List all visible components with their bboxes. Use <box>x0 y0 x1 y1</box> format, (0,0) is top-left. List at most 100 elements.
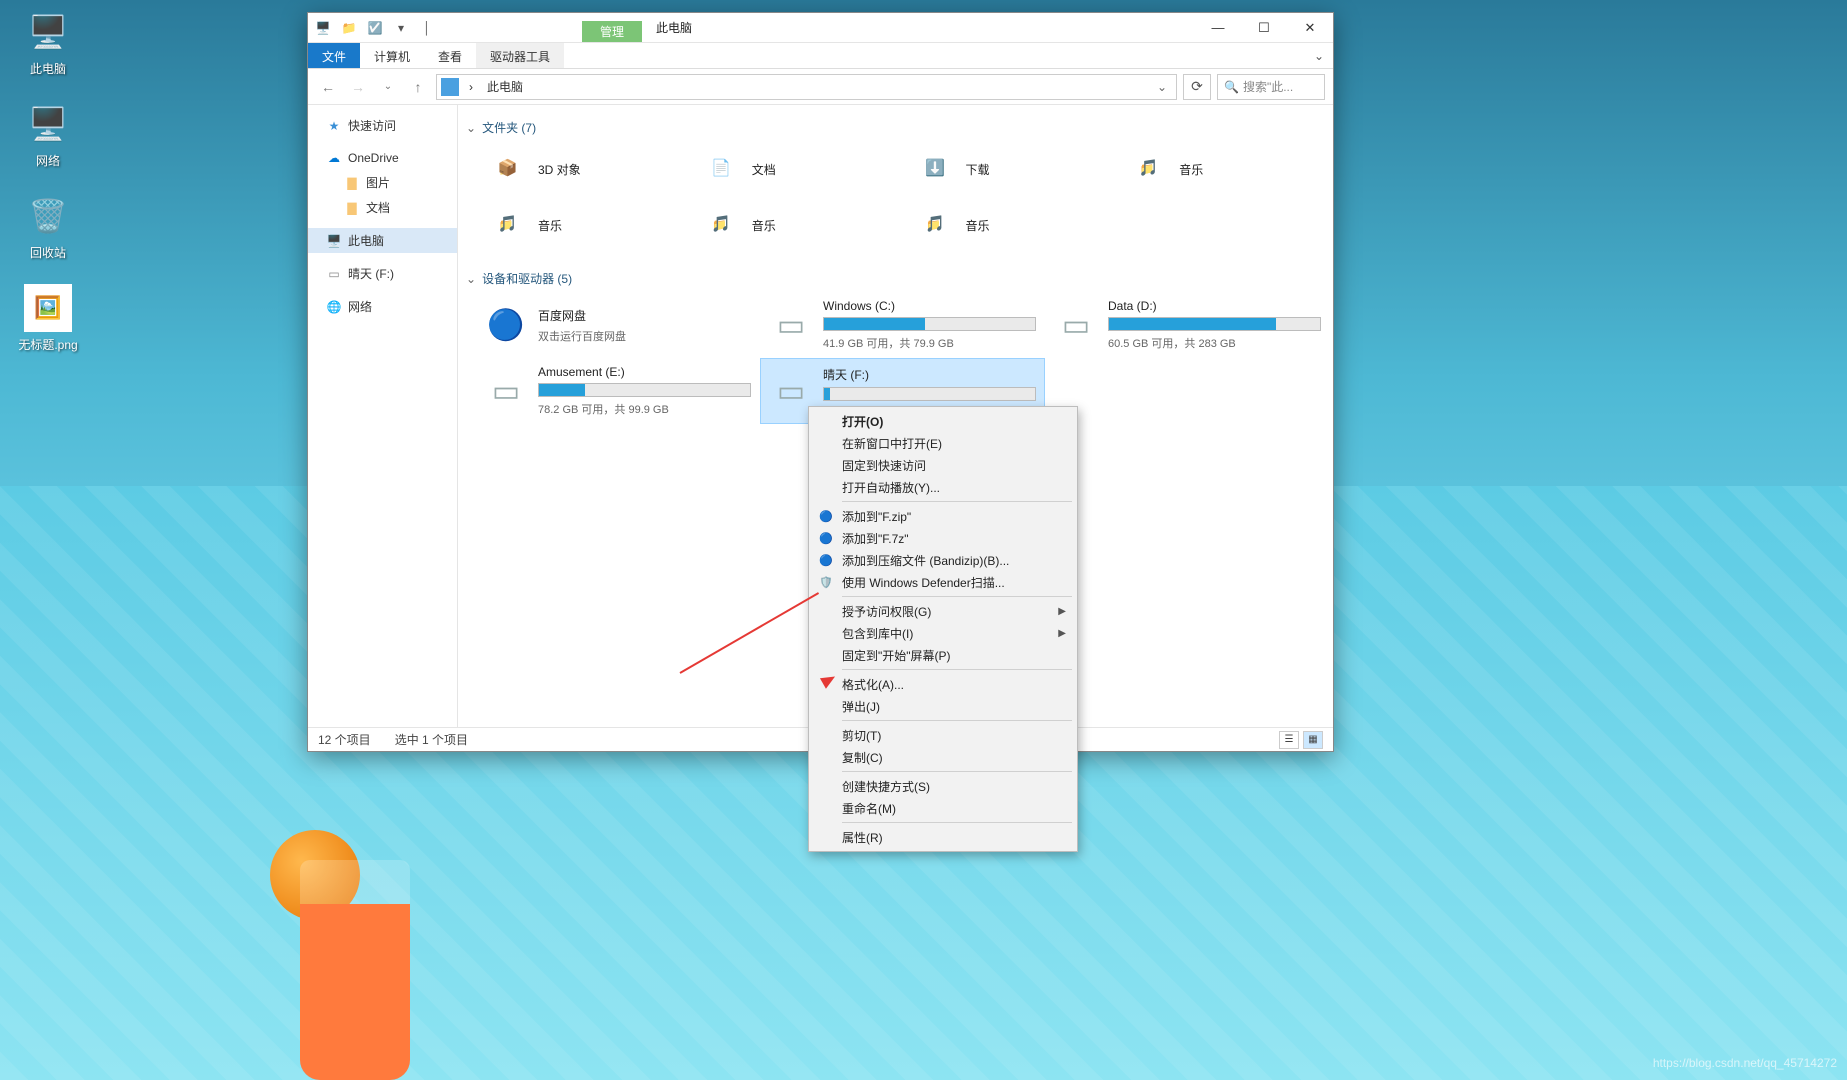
folder-label: 3D 对象 <box>538 161 581 178</box>
checkbox-icon[interactable]: ☑️ <box>364 17 386 39</box>
menu-item[interactable]: 🔵添加到压缩文件 (Bandizip)(B)... <box>812 549 1074 571</box>
address-bar[interactable]: › 此电脑 ⌄ <box>436 74 1177 100</box>
star-icon: ★ <box>326 118 342 134</box>
menu-item-label: 授予访问权限(G) <box>842 603 931 620</box>
menu-item-label: 打开(O) <box>842 413 883 430</box>
window-controls: — ☐ ✕ <box>1195 13 1333 42</box>
menu-item[interactable]: 重命名(M) <box>812 797 1074 819</box>
menu-item-label: 使用 Windows Defender扫描... <box>842 574 1005 591</box>
sidebar-drive-f[interactable]: ▭ 晴天 (F:) <box>308 261 457 286</box>
folder-icon: 📁⬇️ <box>912 147 956 191</box>
tab-view[interactable]: 查看 <box>424 43 476 68</box>
refresh-button[interactable]: ⟳ <box>1183 74 1211 100</box>
menu-item[interactable]: 在新窗口中打开(E) <box>812 432 1074 454</box>
folder-label: 下载 <box>966 161 990 178</box>
folder-item[interactable]: 📁🎵音乐 <box>476 198 688 252</box>
menu-item-icon: 🔵 <box>818 552 834 568</box>
menu-item[interactable]: 固定到"开始"屏幕(P) <box>812 644 1074 666</box>
details-view-button[interactable]: ☰ <box>1279 731 1299 749</box>
sidebar-this-pc[interactable]: 🖥️此电脑 <box>308 228 457 253</box>
sidebar-network[interactable]: 🌐网络 <box>308 294 457 319</box>
search-input[interactable]: 🔍 搜索"此... <box>1217 74 1325 100</box>
menu-separator <box>842 669 1072 670</box>
menu-item[interactable]: 属性(R) <box>812 826 1074 848</box>
sidebar-onedrive-documents[interactable]: ▇文档 <box>308 195 457 220</box>
forward-button[interactable]: → <box>346 75 370 99</box>
menu-item[interactable]: 复制(C) <box>812 746 1074 768</box>
folder-item[interactable]: 📁🎵音乐 <box>1117 142 1329 196</box>
trash-icon: 🗑️ <box>24 192 72 240</box>
sidebar-label: OneDrive <box>348 151 399 165</box>
icons-view-button[interactable]: ▦ <box>1303 731 1323 749</box>
desktop-icon-label: 回收站 <box>10 244 86 261</box>
ribbon-tabs: 文件 计算机 查看 驱动器工具 ⌄ <box>308 43 1333 69</box>
qat-dropdown-icon[interactable]: ▾ <box>390 17 412 39</box>
sidebar-onedrive-pictures[interactable]: ▇图片 <box>308 170 457 195</box>
menu-item[interactable]: 格式化(A)... <box>812 673 1074 695</box>
menu-item[interactable]: 🛡️ 使用 Windows Defender扫描... <box>812 571 1074 593</box>
folder-icon: 📁🎵 <box>1125 147 1169 191</box>
menu-item-icon: 🔵 <box>818 508 834 524</box>
disk-icon: ▭ <box>769 369 813 413</box>
recent-dropdown-icon[interactable]: ⌄ <box>376 75 400 99</box>
drive-usage-bar <box>538 383 751 397</box>
menu-item[interactable]: 创建快捷方式(S) <box>812 775 1074 797</box>
group-header-drives[interactable]: ⌄设备和驱动器 (5) <box>462 264 1329 293</box>
drive-item[interactable]: ▭Windows (C:)41.9 GB 可用，共 79.9 GB <box>761 293 1044 357</box>
drive-item[interactable]: ▭Amusement (E:)78.2 GB 可用，共 99.9 GB <box>476 359 759 423</box>
menu-item[interactable]: 弹出(J) <box>812 695 1074 717</box>
window-title: 此电脑 <box>642 13 706 42</box>
tab-file[interactable]: 文件 <box>308 43 360 68</box>
menu-item-label: 复制(C) <box>842 749 883 766</box>
menu-separator <box>842 720 1072 721</box>
folder-item[interactable]: 📁⬇️ 下载 <box>904 142 1116 196</box>
ribbon-expand-icon[interactable]: ⌄ <box>1305 43 1333 68</box>
tab-drive-tools[interactable]: 驱动器工具 <box>476 43 564 68</box>
menu-item[interactable]: 固定到快速访问 <box>812 454 1074 476</box>
menu-item[interactable]: 授予访问权限(G)▶ <box>812 600 1074 622</box>
drive-item[interactable]: 🔵百度网盘双击运行百度网盘 <box>476 293 759 357</box>
close-button[interactable]: ✕ <box>1287 13 1333 42</box>
desktop-icon-this-pc[interactable]: 🖥️此电脑 <box>10 8 86 77</box>
up-button[interactable]: ↑ <box>406 75 430 99</box>
folder-item[interactable]: 📁🎵音乐 <box>904 198 1116 252</box>
folder-icon: 📁🎵 <box>484 203 528 247</box>
folder-icon[interactable]: 📁 <box>338 17 360 39</box>
desktop-icon-label: 网络 <box>10 152 86 169</box>
sidebar-label: 晴天 (F:) <box>348 265 394 282</box>
menu-item-icon: 🛡️ <box>818 574 834 590</box>
drive-usage-bar <box>1108 317 1321 331</box>
menu-item[interactable]: 包含到库中(I)▶ <box>812 622 1074 644</box>
tab-computer[interactable]: 计算机 <box>360 43 424 68</box>
menu-item[interactable]: 🔵添加到"F.zip" <box>812 505 1074 527</box>
minimize-button[interactable]: — <box>1195 13 1241 42</box>
desktop-icon-recycle-bin[interactable]: 🗑️ 回收站 <box>10 192 86 261</box>
menu-item-label: 在新窗口中打开(E) <box>842 435 942 452</box>
manage-tab[interactable]: 管理 <box>582 21 642 42</box>
menu-item[interactable]: 打开(O) <box>812 410 1074 432</box>
drive-info: 78.2 GB 可用，共 99.9 GB <box>538 401 751 417</box>
menu-separator <box>842 771 1072 772</box>
divider-icon: │ <box>416 17 438 39</box>
group-header-folders[interactable]: ⌄文件夹 (7) <box>462 113 1329 142</box>
menu-item[interactable]: 打开自动播放(Y)... <box>812 476 1074 498</box>
desktop-icon-image-file[interactable]: 🖼️无标题.png <box>10 284 86 353</box>
app-icon: 🔵 <box>484 303 528 347</box>
sidebar-onedrive[interactable]: ☁OneDrive <box>308 146 457 170</box>
address-dropdown-icon[interactable]: ⌄ <box>1152 80 1172 94</box>
folder-item[interactable]: 📁📄文档 <box>690 142 902 196</box>
menu-item[interactable]: 剪切(T) <box>812 724 1074 746</box>
desktop-icon-network[interactable]: 🖥️网络 <box>10 100 86 169</box>
folder-item[interactable]: 📁📦3D 对象 <box>476 142 688 196</box>
folder-item[interactable]: 📁🎵音乐 <box>690 198 902 252</box>
sidebar-quick-access[interactable]: ★快速访问 <box>308 113 457 138</box>
titlebar[interactable]: 🖥️ 📁 ☑️ ▾ │ 管理 此电脑 — ☐ ✕ <box>308 13 1333 43</box>
breadcrumb-this-pc[interactable]: 此电脑 <box>483 76 527 97</box>
drive-usage-bar <box>823 387 1036 401</box>
back-button[interactable]: ← <box>316 75 340 99</box>
drive-icon: ▭ <box>326 266 342 282</box>
drive-item[interactable]: ▭Data (D:)60.5 GB 可用，共 283 GB <box>1046 293 1329 357</box>
drive-info: 60.5 GB 可用，共 283 GB <box>1108 335 1321 351</box>
maximize-button[interactable]: ☐ <box>1241 13 1287 42</box>
menu-item[interactable]: 🔵添加到"F.7z" <box>812 527 1074 549</box>
